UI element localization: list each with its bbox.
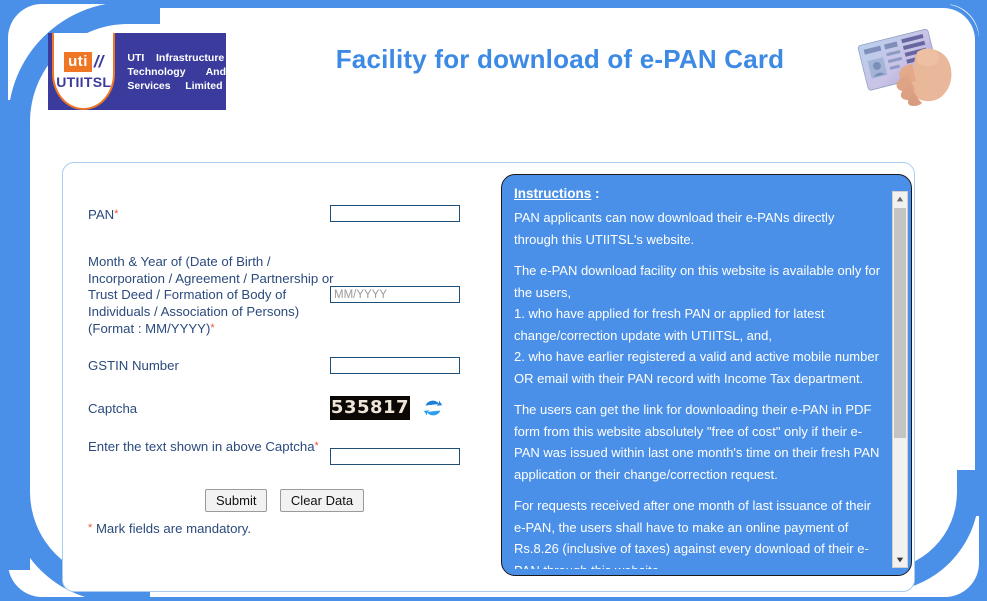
pan-required-asterisk: * (114, 208, 119, 220)
utiitsl-logo: uti // UTIITSL UTI Infrastructure Techno… (48, 33, 226, 110)
chevron-down-icon (896, 557, 904, 563)
instructions-paragraph: For requests received after one month of… (514, 498, 871, 569)
instructions-panel: Instructions : PAN applicants can now do… (501, 174, 912, 576)
scroll-down-arrow-icon[interactable] (893, 553, 907, 567)
page-header: uti // UTIITSL UTI Infrastructure Techno… (0, 0, 987, 130)
mandatory-fields-note: * Mark fields are mandatory. (88, 521, 251, 536)
captcha-entry-label-text: Enter the text shown in above Captcha (88, 439, 315, 454)
scroll-up-arrow-icon[interactable] (893, 192, 907, 206)
pan-label-text: PAN (88, 207, 115, 222)
scrollbar-thumb[interactable] (894, 208, 906, 438)
instructions-scrollbar[interactable] (892, 191, 908, 568)
logo-company-name: UTI Infrastructure Technology And Servic… (127, 51, 226, 92)
captcha-entry-required-asterisk: * (314, 440, 319, 452)
form-row-dob: Month & Year of (Date of Birth / Incorpo… (88, 238, 488, 356)
dob-month-year-input[interactable] (330, 286, 460, 303)
logo-uti-box: uti (64, 51, 92, 72)
form-row-pan: PAN* (88, 200, 488, 238)
form-row-captcha-entry: Enter the text shown in above Captcha* (88, 436, 488, 476)
epan-download-form: PAN* Month & Year of (Date of Birth / In… (88, 200, 488, 476)
pan-label: PAN* (88, 206, 336, 223)
instructions-title-text: Instructions (514, 186, 592, 201)
form-row-captcha: Captcha 535817 (88, 396, 488, 436)
clear-data-button[interactable]: Clear Data (279, 489, 365, 512)
captcha-image: 535817 (330, 396, 410, 420)
logo-slashes-icon: // (93, 52, 104, 71)
page-title: Facility for download of e-PAN Card (335, 44, 785, 74)
instructions-paragraph: The e-PAN download facility on this webs… (514, 263, 881, 386)
captcha-label: Captcha (88, 401, 336, 417)
logo-mark-row: uti // (64, 51, 104, 72)
captcha-label-text: Captcha (88, 401, 138, 416)
submit-button[interactable]: Submit (205, 489, 268, 512)
gstin-input[interactable] (330, 357, 460, 374)
captcha-entry-input[interactable] (330, 448, 460, 465)
form-row-gstin: GSTIN Number (88, 356, 488, 396)
form-button-row: Submit Clear Data (205, 489, 372, 512)
gstin-label-text: GSTIN Number (88, 358, 179, 373)
dob-required-asterisk: * (210, 322, 215, 335)
mandatory-note-text: Mark fields are mandatory. (92, 521, 252, 536)
gstin-label: GSTIN Number (88, 358, 336, 374)
instructions-paragraph: PAN applicants can now download their e-… (514, 210, 835, 247)
pan-input[interactable] (330, 205, 460, 222)
instructions-body: PAN applicants can now download their e-… (514, 207, 882, 569)
chevron-up-icon (896, 196, 904, 202)
instructions-paragraph: The users can get the link for downloadi… (514, 402, 880, 482)
dob-label: Month & Year of (Date of Birth / Incorpo… (88, 238, 336, 337)
logo-brand-text: UTIITSL (56, 73, 112, 90)
captcha-entry-label: Enter the text shown in above Captcha* (88, 438, 336, 455)
instructions-title: Instructions : (514, 186, 600, 201)
captcha-refresh-button[interactable] (421, 396, 445, 420)
instructions-title-colon: : (591, 186, 600, 201)
logo-shield-icon: uti // UTIITSL (52, 33, 116, 110)
refresh-icon (423, 400, 443, 416)
hand-holding-pan-card-image (857, 28, 952, 106)
